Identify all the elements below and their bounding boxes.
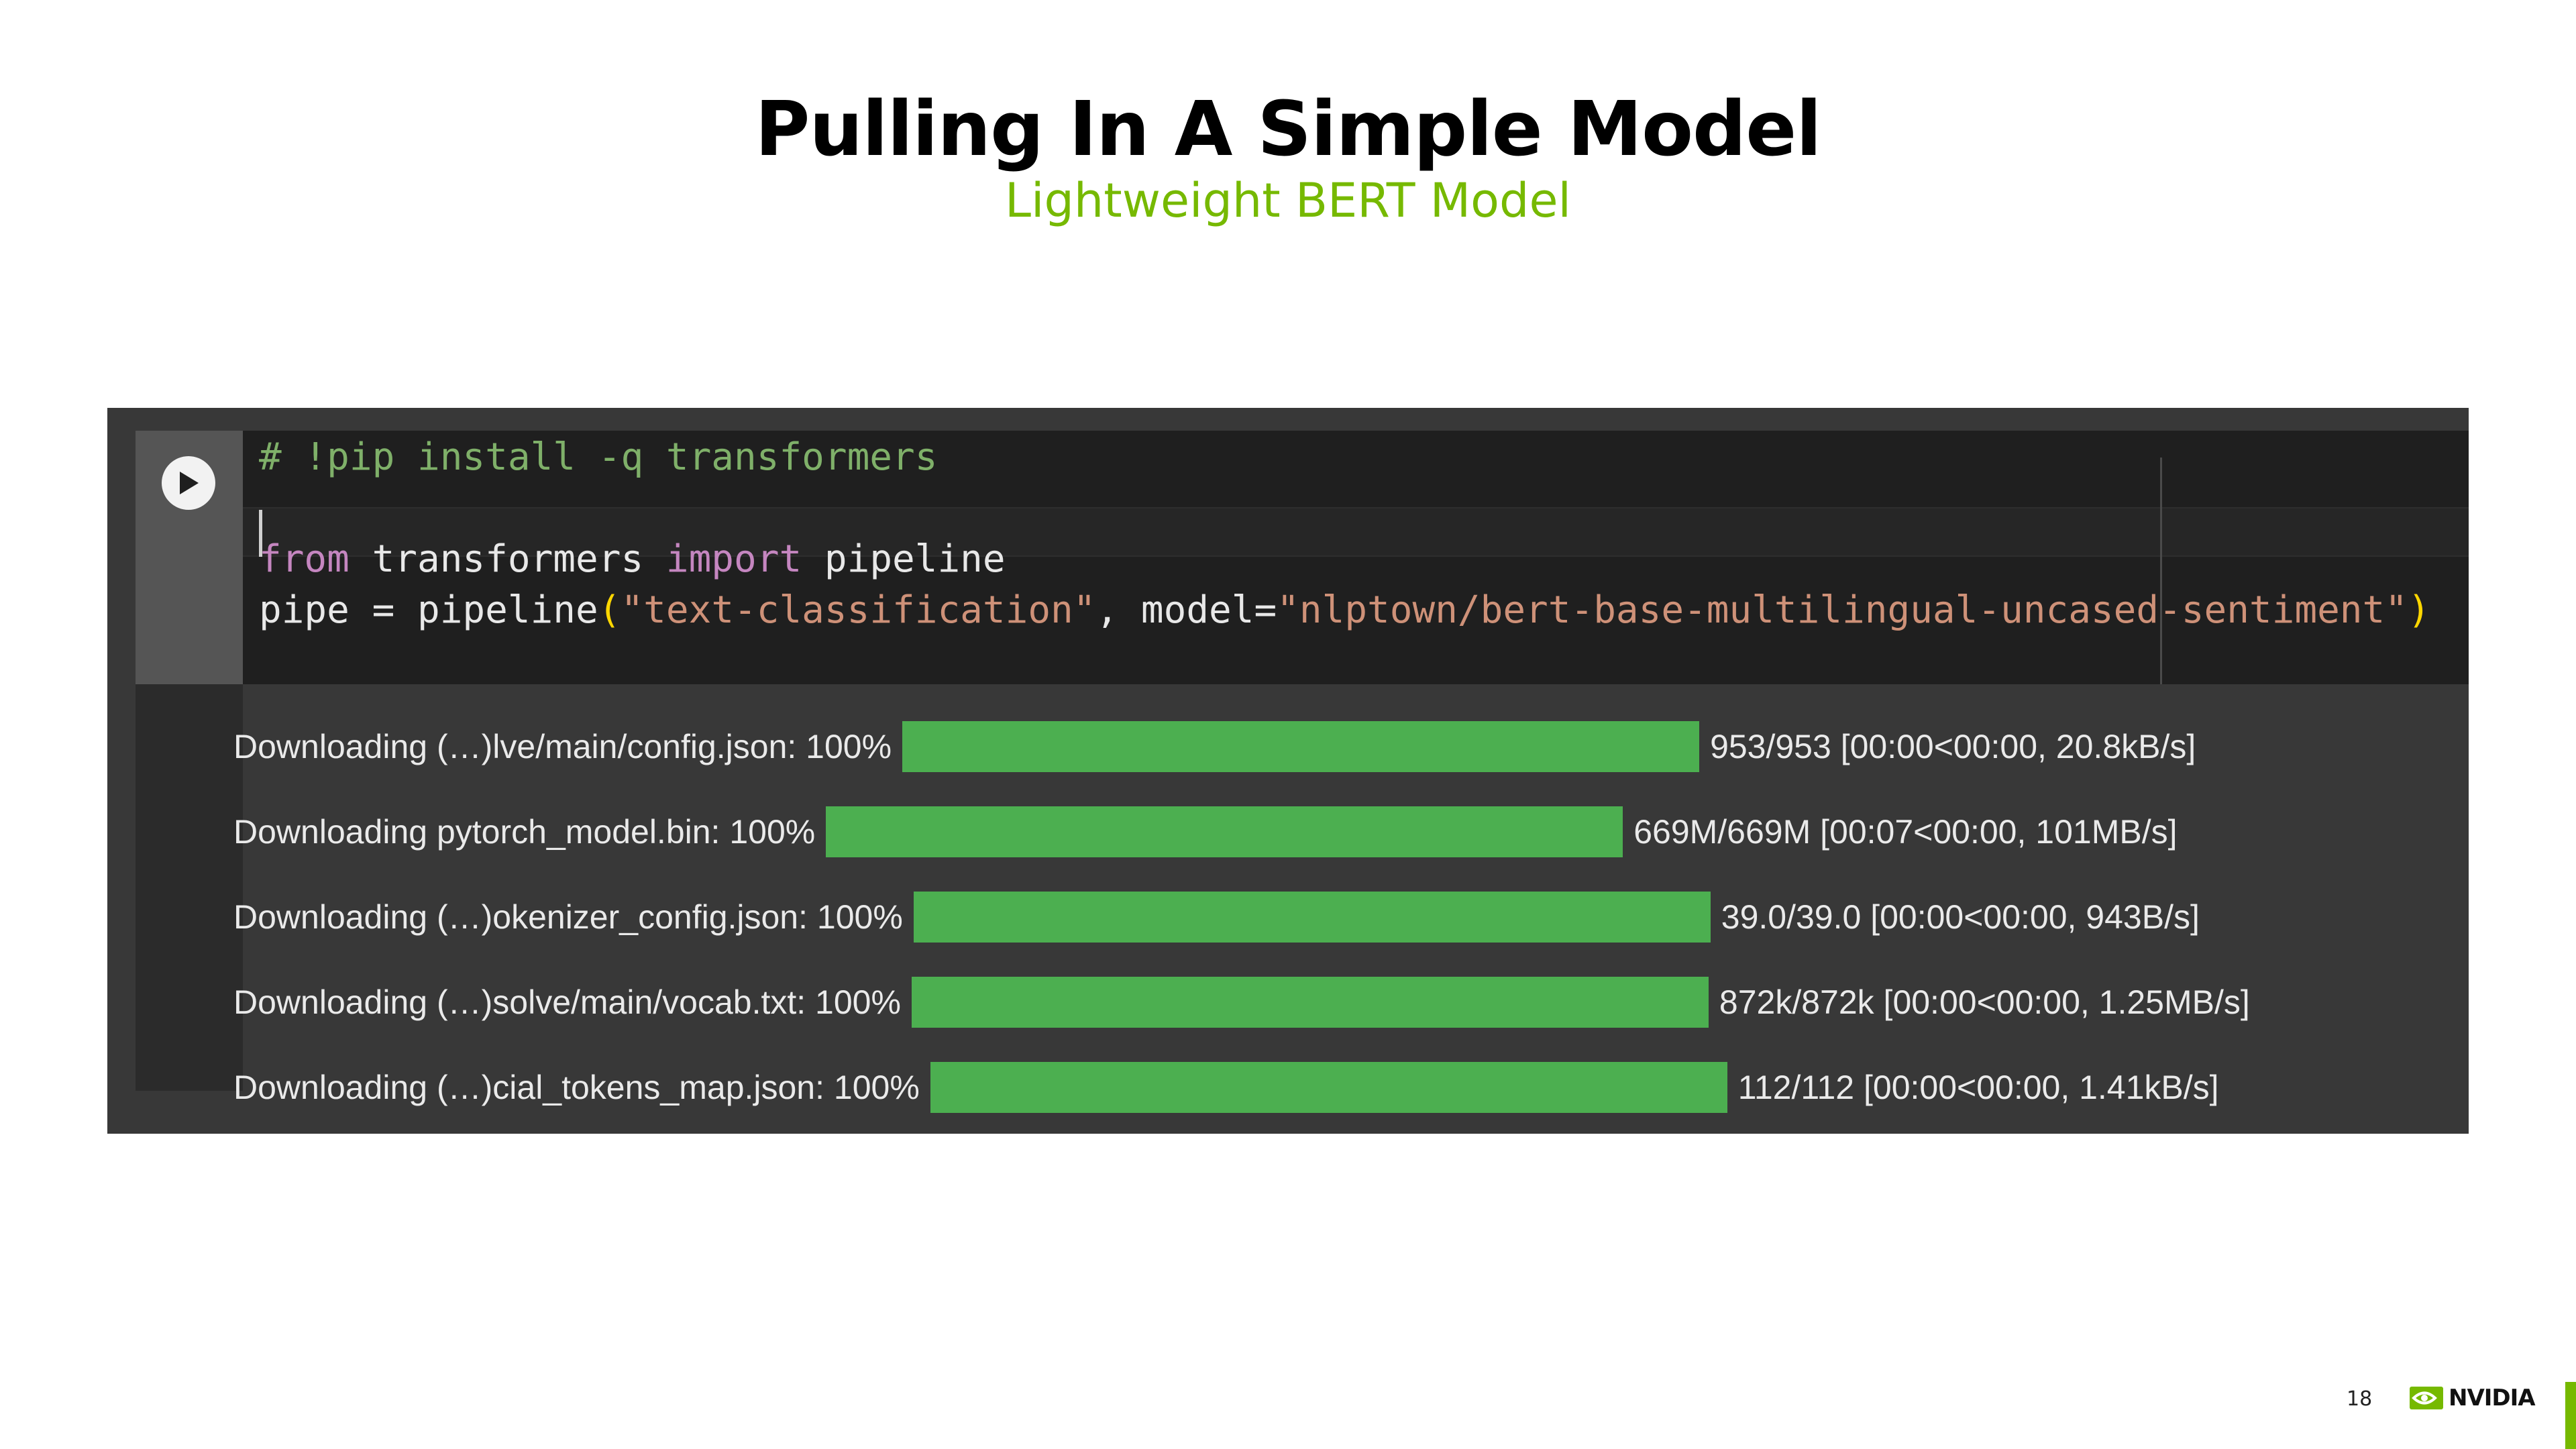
nvidia-eye-icon xyxy=(2410,1387,2443,1409)
progress-bar xyxy=(930,1062,1727,1113)
progress-bar-fill xyxy=(930,1062,1727,1113)
progress-bar xyxy=(911,977,1709,1028)
download-label: Downloading (…)cial_tokens_map.json: 100… xyxy=(233,1069,920,1106)
code-line-4: pipe = pipeline("text-classification", m… xyxy=(259,585,2430,636)
page-number: 18 xyxy=(2347,1387,2373,1411)
play-icon xyxy=(180,472,199,494)
slide-title: Pulling In A Simple Model xyxy=(755,86,1821,173)
download-label: Downloading (…)lve/main/config.json: 100… xyxy=(233,728,892,765)
code-line-3: from transformers import pipeline xyxy=(259,534,1006,585)
accent-edge xyxy=(2565,1382,2576,1449)
download-stats: 872k/872k [00:00<00:00, 1.25MB/s] xyxy=(1719,983,2250,1021)
progress-bar-fill xyxy=(911,977,1709,1028)
download-progress-row: Downloading (…)okenizer_config.json: 100… xyxy=(233,890,2200,944)
progress-bar-fill xyxy=(826,806,1623,857)
download-progress-row: Downloading (…)cial_tokens_map.json: 100… xyxy=(233,1061,2219,1114)
download-stats: 953/953 [00:00<00:00, 20.8kB/s] xyxy=(1710,728,2196,765)
download-stats: 39.0/39.0 [00:00<00:00, 943B/s] xyxy=(1721,898,2200,936)
progress-bar xyxy=(826,806,1623,857)
notebook-screenshot: # !pip install -q transformers from tran… xyxy=(107,408,2469,1134)
logo-wordmark: NVIDIA xyxy=(2449,1385,2536,1411)
slide-subtitle: Lightweight BERT Model xyxy=(1005,173,1571,228)
download-progress-row: Downloading (…)lve/main/config.json: 100… xyxy=(233,720,2196,773)
code-token: , model= xyxy=(1095,588,1277,632)
code-token: pipeline xyxy=(802,537,1006,581)
run-cell-button[interactable] xyxy=(162,456,215,510)
string-literal: "nlptown/bert-base-multilingual-uncased-… xyxy=(1277,588,2408,632)
download-progress-row: Downloading (…)solve/main/vocab.txt: 100… xyxy=(233,975,2250,1029)
line-length-ruler xyxy=(2160,458,2162,684)
keyword-import: import xyxy=(665,537,802,581)
progress-bar-fill xyxy=(902,721,1700,772)
progress-bar xyxy=(913,892,1711,943)
download-stats: 669M/669M [00:07<00:00, 101MB/s] xyxy=(1633,813,2178,851)
download-label: Downloading (…)solve/main/vocab.txt: 100… xyxy=(233,983,901,1021)
keyword-from: from xyxy=(259,537,350,581)
progress-bar xyxy=(902,721,1700,772)
paren-close: ) xyxy=(2407,588,2430,632)
progress-bar-fill xyxy=(913,892,1711,943)
download-progress-row: Downloading pytorch_model.bin: 100% 669M… xyxy=(233,805,2177,859)
code-line-1: # !pip install -q transformers xyxy=(259,435,938,479)
string-literal: "text-classification" xyxy=(621,588,1096,632)
download-stats: 112/112 [00:00<00:00, 1.41kB/s] xyxy=(1737,1069,2219,1106)
nvidia-logo: NVIDIA xyxy=(2410,1385,2536,1411)
code-token: pipe = pipeline xyxy=(259,588,598,632)
download-label: Downloading (…)okenizer_config.json: 100… xyxy=(233,898,903,936)
code-token: transformers xyxy=(349,537,666,581)
paren-open: ( xyxy=(598,588,621,632)
download-label: Downloading pytorch_model.bin: 100% xyxy=(233,813,816,851)
